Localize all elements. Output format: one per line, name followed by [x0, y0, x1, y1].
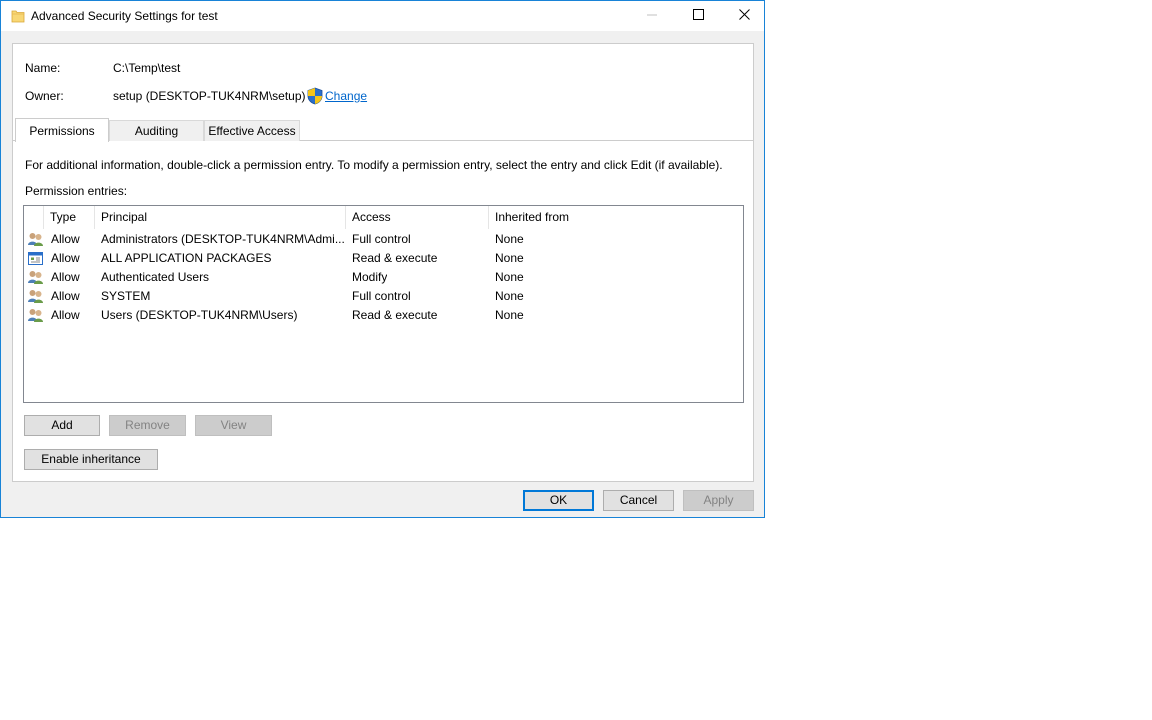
user-group-icon [27, 231, 44, 248]
window-title: Advanced Security Settings for test [31, 9, 218, 23]
user-group-icon [27, 288, 44, 305]
enable-inheritance-button[interactable]: Enable inheritance [24, 449, 158, 470]
maximize-button[interactable] [675, 1, 721, 31]
apply-button[interactable]: Apply [683, 490, 754, 511]
minimize-icon [647, 9, 657, 23]
column-header-icon[interactable] [24, 206, 44, 229]
row-access: Read & execute [352, 251, 438, 265]
row-type: Allow [51, 232, 80, 246]
permission-entries-list[interactable]: Type Principal Access Inherited from All… [23, 205, 744, 403]
row-inherited-from: None [495, 308, 524, 322]
security-settings-window: Advanced Security Settings for test Name… [0, 0, 765, 518]
row-inherited-from: None [495, 270, 524, 284]
maximize-icon [692, 9, 704, 23]
column-header-inherited-from[interactable]: Inherited from [489, 206, 743, 229]
tab-auditing[interactable]: Auditing [109, 120, 204, 141]
permission-entries-label: Permission entries: [25, 184, 128, 198]
name-value: C:\Temp\test [113, 61, 181, 75]
tab-effective-access[interactable]: Effective Access [204, 120, 300, 141]
app-packages-icon [27, 250, 44, 267]
column-header-type[interactable]: Type [44, 206, 95, 229]
permissions-info-text: For additional information, double-click… [25, 158, 723, 172]
owner-value: setup (DESKTOP-TUK4NRM\setup) [113, 89, 306, 103]
row-principal: Users (DESKTOP-TUK4NRM\Users) [101, 308, 298, 322]
close-icon [738, 9, 750, 23]
table-row[interactable]: Allow Authenticated Users Modify None [24, 268, 743, 287]
table-row[interactable]: Allow Users (DESKTOP-TUK4NRM\Users) Read… [24, 306, 743, 325]
close-button[interactable] [721, 1, 767, 31]
row-inherited-from: None [495, 251, 524, 265]
uac-shield-icon [307, 87, 323, 105]
row-inherited-from: None [495, 289, 524, 303]
table-row[interactable]: Allow SYSTEM Full control None [24, 287, 743, 306]
row-principal: Administrators (DESKTOP-TUK4NRM\Admi... [101, 232, 345, 246]
row-type: Allow [51, 270, 80, 284]
table-row[interactable]: Allow ALL APPLICATION PACKAGES Read & ex… [24, 249, 743, 268]
folder-icon [11, 8, 25, 24]
row-type: Allow [51, 289, 80, 303]
row-access: Modify [352, 270, 388, 284]
remove-button[interactable]: Remove [109, 415, 186, 436]
cancel-button[interactable]: Cancel [603, 490, 674, 511]
title-bar[interactable]: Advanced Security Settings for test [1, 1, 764, 31]
minimize-button[interactable] [629, 1, 675, 31]
row-type: Allow [51, 251, 80, 265]
row-access: Read & execute [352, 308, 438, 322]
row-principal: SYSTEM [101, 289, 151, 303]
column-header-access[interactable]: Access [346, 206, 489, 229]
row-access: Full control [352, 232, 411, 246]
table-row[interactable]: Allow Administrators (DESKTOP-TUK4NRM\Ad… [24, 230, 743, 249]
add-button[interactable]: Add [24, 415, 100, 436]
row-access: Full control [352, 289, 411, 303]
owner-label: Owner: [25, 89, 64, 103]
row-inherited-from: None [495, 232, 524, 246]
user-group-icon [27, 269, 44, 286]
name-label: Name: [25, 61, 61, 75]
change-owner-link[interactable]: Change [325, 89, 367, 103]
user-group-icon [27, 307, 44, 324]
column-header-principal[interactable]: Principal [95, 206, 346, 229]
ok-button[interactable]: OK [523, 490, 594, 511]
view-button[interactable]: View [195, 415, 272, 436]
tab-permissions[interactable]: Permissions [15, 118, 109, 142]
row-principal: Authenticated Users [101, 270, 210, 284]
main-panel: Name: C:\Temp\test Owner: setup (DESKTOP… [12, 43, 754, 482]
row-principal: ALL APPLICATION PACKAGES [101, 251, 272, 265]
row-type: Allow [51, 308, 80, 322]
